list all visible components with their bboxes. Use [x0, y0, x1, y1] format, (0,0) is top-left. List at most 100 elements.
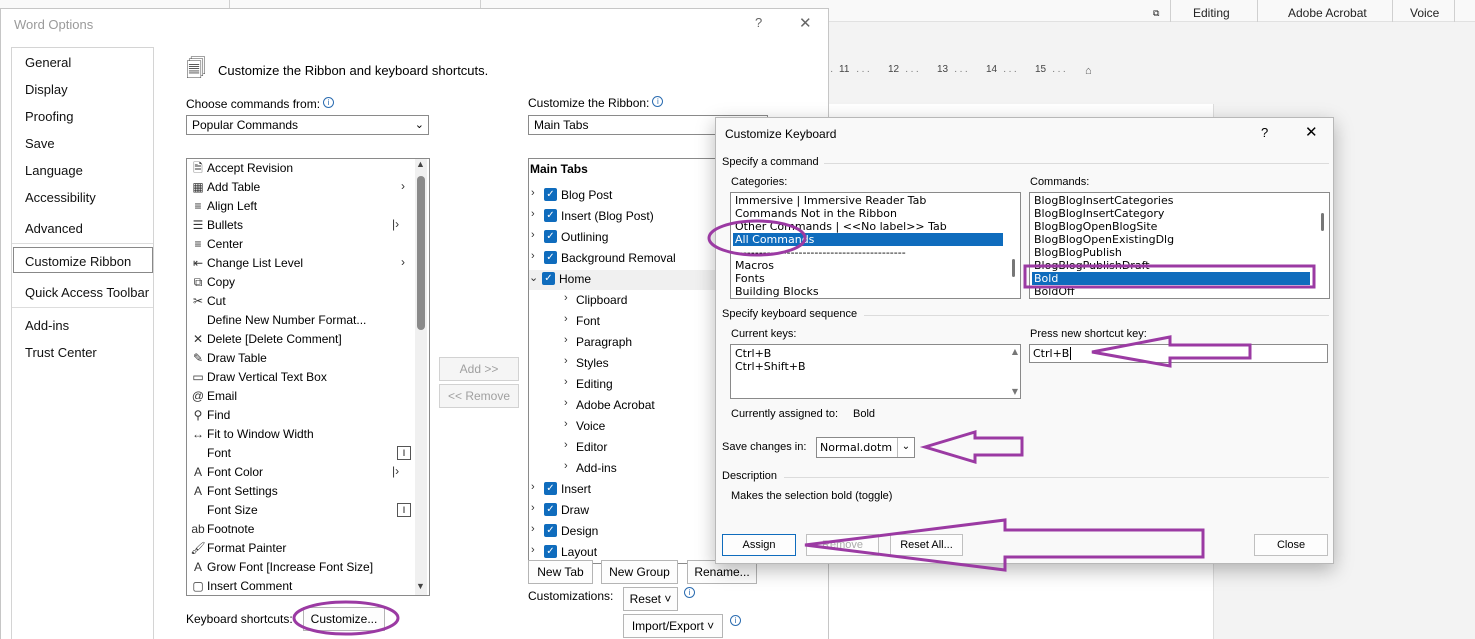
command-item[interactable]: ✂ Cut — [189, 293, 409, 312]
scroll-up-icon[interactable]: ▲ — [416, 159, 425, 169]
choose-commands-select[interactable]: Popular Commands ⌄ — [186, 115, 429, 135]
command-item[interactable]: ▢ Insert Comment — [189, 578, 409, 595]
dialog-launcher-icon[interactable]: ⧉ — [1153, 8, 1159, 19]
command-item[interactable]: ✎ Draw Table — [189, 350, 409, 369]
ribbon-group-editing[interactable]: Editing — [1193, 6, 1230, 20]
new-tab-button[interactable]: New Tab — [528, 560, 593, 584]
expand-chevron-icon[interactable]: › — [564, 460, 568, 472]
command-list-item[interactable]: Bold — [1032, 272, 1310, 285]
nav-item-add-ins[interactable]: Add-ins — [25, 318, 69, 333]
ribbon-tab-item[interactable]: › ✓ Outlining — [531, 228, 731, 248]
scrollbar-thumb[interactable] — [1012, 259, 1015, 277]
command-list-item[interactable]: BoldOff — [1034, 285, 1075, 298]
nav-item-accessibility[interactable]: Accessibility — [25, 190, 96, 205]
command-item[interactable]: Font I — [189, 445, 411, 464]
category-item[interactable]: ----------------------------------------… — [735, 246, 906, 259]
import-export-button[interactable]: Import/Export ˅ — [623, 614, 723, 638]
add-button[interactable]: Add >> — [439, 357, 519, 381]
ribbon-group-adobe-acrobat[interactable]: Adobe Acrobat — [1288, 6, 1367, 20]
ribbon-tab-item[interactable]: › ✓ Draw — [531, 501, 731, 521]
category-item[interactable]: Other Commands | <<No label>> Tab — [735, 220, 947, 233]
categories-list[interactable]: Immersive | Immersive Reader Tab Commands… — [730, 192, 1021, 299]
command-item[interactable]: Define New Number Format... — [189, 312, 409, 331]
command-item[interactable]: @ Email — [189, 388, 409, 407]
ribbon-tab-item[interactable]: › ✓ Design — [531, 522, 731, 542]
ribbon-tab-item[interactable]: › ✓ Blog Post — [531, 186, 731, 206]
expand-chevron-icon[interactable]: ⌄ — [529, 271, 538, 284]
scroll-up-icon[interactable]: ▲ — [1012, 347, 1018, 356]
expand-chevron-icon[interactable]: › — [564, 313, 568, 325]
expand-chevron-icon[interactable]: › — [531, 481, 535, 493]
current-key[interactable]: Ctrl+B — [735, 347, 771, 360]
new-group-button[interactable]: New Group — [601, 560, 678, 584]
checkbox-checked-icon[interactable]: ✓ — [544, 188, 557, 201]
commands-listbox[interactable]: BlogBlogInsertCategories BlogBlogInsertCa… — [1029, 192, 1330, 299]
info-icon[interactable]: i — [684, 587, 695, 598]
horizontal-ruler[interactable]: · 11 ··· 12 ··· 13 ··· 14 ··· 15 ··· ⌂ — [828, 62, 1475, 78]
nav-item-proofing[interactable]: Proofing — [25, 109, 73, 124]
command-item[interactable]: ▦ Add Table › — [189, 179, 409, 198]
command-item[interactable]: ⇤ Change List Level › — [189, 255, 409, 274]
checkbox-checked-icon[interactable]: ✓ — [544, 545, 557, 558]
command-item[interactable]: ⚲ Find — [189, 407, 409, 426]
indent-marker-icon[interactable]: ⌂ — [1085, 65, 1092, 77]
close-dialog-button[interactable]: Close — [1254, 534, 1328, 556]
command-list-item[interactable]: BlogBlogOpenBlogSite — [1034, 220, 1157, 233]
expand-chevron-icon[interactable]: › — [531, 523, 535, 535]
category-item[interactable]: Building Blocks — [735, 285, 819, 298]
info-icon[interactable]: i — [323, 97, 335, 108]
nav-item-quick-access-toolbar[interactable]: Quick Access Toolbar — [25, 285, 149, 300]
expand-chevron-icon[interactable]: › — [564, 397, 568, 409]
nav-item-save[interactable]: Save — [25, 136, 55, 151]
scrollbar-thumb[interactable] — [1321, 213, 1324, 231]
scroll-down-icon[interactable]: ▼ — [1012, 387, 1018, 396]
command-item[interactable]: ▭ Draw Vertical Text Box — [189, 369, 409, 388]
command-item[interactable]: ☰ Bullets |› — [189, 217, 409, 236]
expand-chevron-icon[interactable]: › — [531, 229, 535, 241]
expand-chevron-icon[interactable]: › — [564, 439, 568, 451]
expand-chevron-icon[interactable]: › — [531, 544, 535, 556]
help-button[interactable]: ? — [755, 15, 762, 30]
close-button[interactable]: ✕ — [799, 14, 812, 32]
command-item[interactable]: ≡ Center — [189, 236, 409, 255]
category-item[interactable]: All Commands — [733, 233, 1003, 246]
ribbon-tab-item[interactable]: › ✓ Insert — [531, 480, 731, 500]
category-item[interactable]: Commands Not in the Ribbon — [735, 207, 897, 220]
checkbox-checked-icon[interactable]: ✓ — [544, 482, 557, 495]
nav-item-language[interactable]: Language — [25, 163, 83, 178]
command-item[interactable]: A Grow Font [Increase Font Size] — [189, 559, 409, 578]
commands-list[interactable]: 🗎 Accept Revision ▦ Add Table › ≡ Align Left ☰ B… — [186, 158, 430, 596]
nav-item-advanced[interactable]: Advanced — [25, 221, 83, 236]
checkbox-checked-icon[interactable]: ✓ — [544, 503, 557, 516]
category-item[interactable]: Immersive | Immersive Reader Tab — [735, 194, 926, 207]
command-item[interactable]: A Font Settings — [189, 483, 409, 502]
customize-keyboard-button[interactable]: Customize... — [303, 607, 385, 631]
command-list-item[interactable]: BlogBlogPublish — [1034, 246, 1122, 259]
ribbon-tab-item[interactable]: › ✓ Insert (Blog Post) — [531, 207, 731, 227]
nav-item-customize-ribbon[interactable]: Customize Ribbon — [25, 254, 131, 269]
assign-button[interactable]: Assign — [722, 534, 796, 556]
command-list-item[interactable]: BlogBlogPublishDraft — [1034, 259, 1150, 272]
command-item[interactable]: ≡ Align Left — [189, 198, 409, 217]
command-list-item[interactable]: BlogBlogInsertCategories — [1034, 194, 1173, 207]
remove-button[interactable]: << Remove — [439, 384, 519, 408]
command-list-item[interactable]: BlogBlogOpenExistingDlg — [1034, 233, 1174, 246]
info-icon[interactable]: i — [730, 615, 741, 626]
command-item[interactable]: ⧉ Copy — [189, 274, 409, 293]
ribbon-tab-item[interactable]: › ✓ Background Removal — [531, 249, 731, 269]
checkbox-checked-icon[interactable]: ✓ — [544, 209, 557, 222]
nav-item-display[interactable]: Display — [25, 82, 68, 97]
checkbox-checked-icon[interactable]: ✓ — [544, 251, 557, 264]
expand-chevron-icon[interactable]: › — [531, 187, 535, 199]
remove-key-button[interactable]: Remove — [806, 534, 879, 556]
category-item[interactable]: Fonts — [735, 272, 765, 285]
new-shortcut-input[interactable]: Ctrl+B — [1029, 344, 1328, 363]
save-changes-select[interactable]: Normal.dotm ⌄ — [816, 437, 915, 458]
command-item[interactable]: 🖌 Format Painter — [189, 540, 409, 559]
ribbon-group-voice[interactable]: Voice — [1410, 6, 1439, 20]
checkbox-checked-icon[interactable]: ✓ — [544, 230, 557, 243]
expand-chevron-icon[interactable]: › — [564, 292, 568, 304]
info-icon[interactable]: i — [652, 96, 664, 107]
current-key[interactable]: Ctrl+Shift+B — [735, 360, 806, 373]
help-button[interactable]: ? — [1261, 125, 1268, 140]
